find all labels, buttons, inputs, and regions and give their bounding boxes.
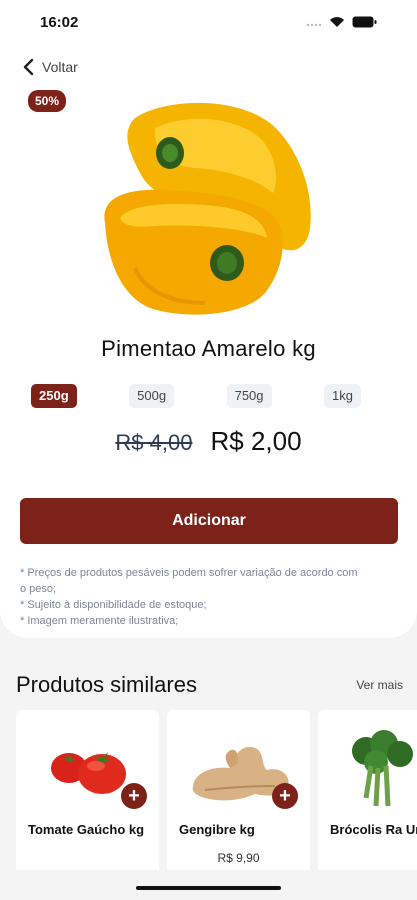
weight-option-500g[interactable]: 500g — [129, 384, 175, 408]
disclaimer-line: * Sujeito à disponibilidade de estoque; — [20, 599, 207, 611]
weight-option-1kg[interactable]: 1kg — [324, 384, 361, 408]
similar-product-price: R$ 9,90 — [217, 851, 260, 865]
back-label: Voltar — [42, 59, 78, 75]
similar-product-name: Brócolis Ra Unidade — [330, 822, 417, 837]
old-price: R$ 4,00 — [115, 430, 193, 455]
similar-product-card[interactable]: Brócolis Ra Unidade — [318, 710, 417, 870]
add-to-cart-button[interactable]: Adicionar — [20, 498, 398, 544]
weight-option-750g[interactable]: 750g — [226, 384, 272, 408]
status-bar: 16:02 — [0, 0, 417, 44]
discount-badge: 50% — [28, 90, 67, 112]
add-similar-button[interactable]: + — [121, 783, 147, 809]
product-image — [104, 102, 311, 315]
home-indicator — [136, 886, 281, 890]
similar-products-title: Produtos similares — [16, 672, 197, 697]
weight-options: 250g 500g 750g 1kg — [31, 384, 361, 408]
battery-icon — [352, 16, 377, 28]
similar-products-header: Produtos similares Ver mais — [16, 672, 403, 698]
disclaimer-line: * Imagem meramente ilustrativa; — [20, 615, 179, 627]
back-button[interactable]: Voltar — [22, 58, 78, 76]
price-row: R$ 4,00 R$ 2,00 — [0, 426, 417, 457]
add-similar-button[interactable]: + — [272, 783, 298, 809]
disclaimer-line: * Preços de produtos pesáveis podem sofr… — [20, 567, 358, 595]
similar-product-card[interactable]: + Tomate Gaúcho kg — [16, 710, 159, 870]
chevron-left-icon — [23, 58, 34, 76]
new-price: R$ 2,00 — [210, 426, 302, 456]
signal-icon — [306, 23, 322, 27]
see-more-link[interactable]: Ver mais — [356, 678, 403, 692]
similar-products-list: + Tomate Gaúcho kg + Gengibre kg R$ 9,90… — [16, 710, 417, 870]
weight-option-250g[interactable]: 250g — [31, 384, 77, 408]
similar-product-card[interactable]: + Gengibre kg R$ 9,90 — [167, 710, 310, 870]
disclaimer: * Preços de produtos pesáveis podem sofr… — [20, 565, 365, 629]
wifi-icon — [330, 17, 344, 27]
status-time: 16:02 — [40, 13, 79, 31]
status-icons — [306, 16, 377, 28]
similar-product-name: Gengibre kg — [179, 822, 255, 837]
product-title: Pimentao Amarelo kg — [101, 336, 316, 361]
product-card: Voltar 50% Pimentao Amarelo kg 250g 500g… — [0, 0, 417, 638]
broccoli-image — [352, 730, 413, 807]
similar-product-name: Tomate Gaúcho kg — [28, 822, 145, 837]
